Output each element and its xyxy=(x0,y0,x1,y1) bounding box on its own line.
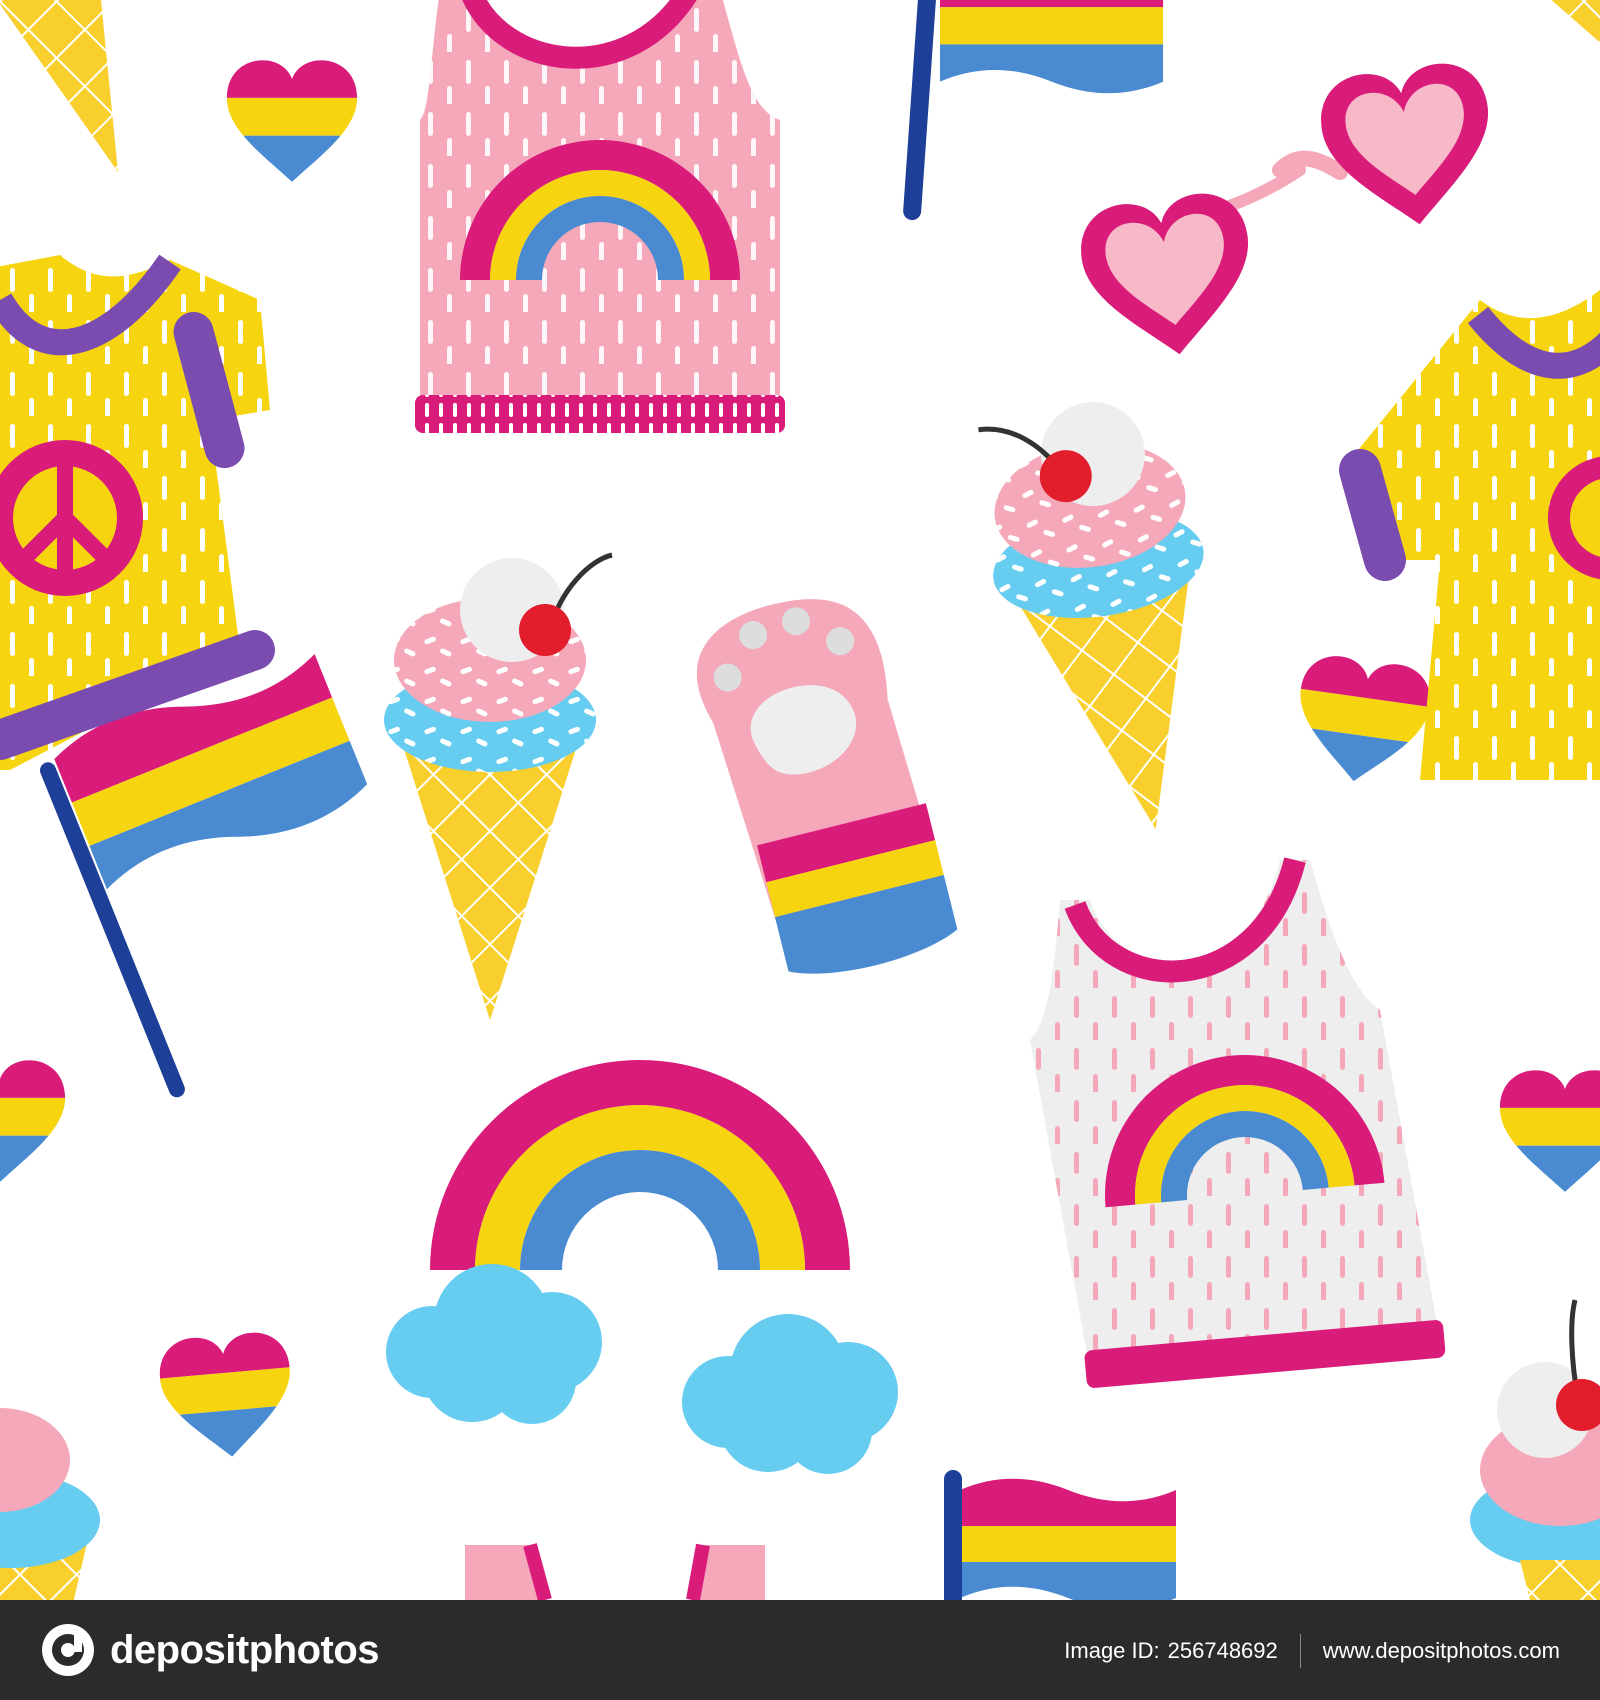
divider xyxy=(1299,1634,1301,1668)
image-id: 256748692 xyxy=(1167,1638,1278,1663)
heart-sunglasses xyxy=(1081,63,1489,355)
heart xyxy=(226,60,358,182)
cat-paw-glove xyxy=(696,599,958,974)
site-url[interactable]: www.depositphotos.com xyxy=(1323,1638,1560,1664)
image-id-label: Image ID: xyxy=(1064,1638,1160,1663)
stock-footer: depositphotos Image ID: 256748692 www.de… xyxy=(0,1600,1600,1700)
tank-top-pink xyxy=(415,0,785,433)
brand-name: depositphotos xyxy=(110,1627,380,1672)
t-shirt-yellow xyxy=(0,254,275,770)
rainbow-with-clouds xyxy=(386,1060,898,1474)
tank-top-white xyxy=(1030,857,1446,1388)
ice-cream-cone-partial xyxy=(1470,1299,1600,1600)
tank-top-pink-partial xyxy=(465,1543,765,1600)
cloud xyxy=(682,1314,898,1474)
image-meta: Image ID: 256748692 www.depositphotos.co… xyxy=(1064,1634,1560,1668)
heart xyxy=(156,1329,297,1463)
pansexual-flag-bottom xyxy=(944,1470,1177,1600)
brand-logo[interactable]: depositphotos xyxy=(40,1622,380,1678)
ice-cream-cone-partial xyxy=(1551,0,1600,43)
ice-cream-cone xyxy=(978,402,1204,830)
heart xyxy=(0,1060,66,1182)
pansexual-flag-top xyxy=(903,0,1164,221)
ice-cream-cone-partial xyxy=(0,0,118,172)
logo-icon xyxy=(42,1624,94,1676)
ice-cream-cone-partial xyxy=(0,1408,100,1600)
heart xyxy=(1499,1070,1600,1192)
heart xyxy=(1289,651,1436,791)
seamless-pride-pattern xyxy=(0,0,1600,1600)
ice-cream-cone xyxy=(384,552,613,1020)
cloud xyxy=(386,1264,602,1424)
